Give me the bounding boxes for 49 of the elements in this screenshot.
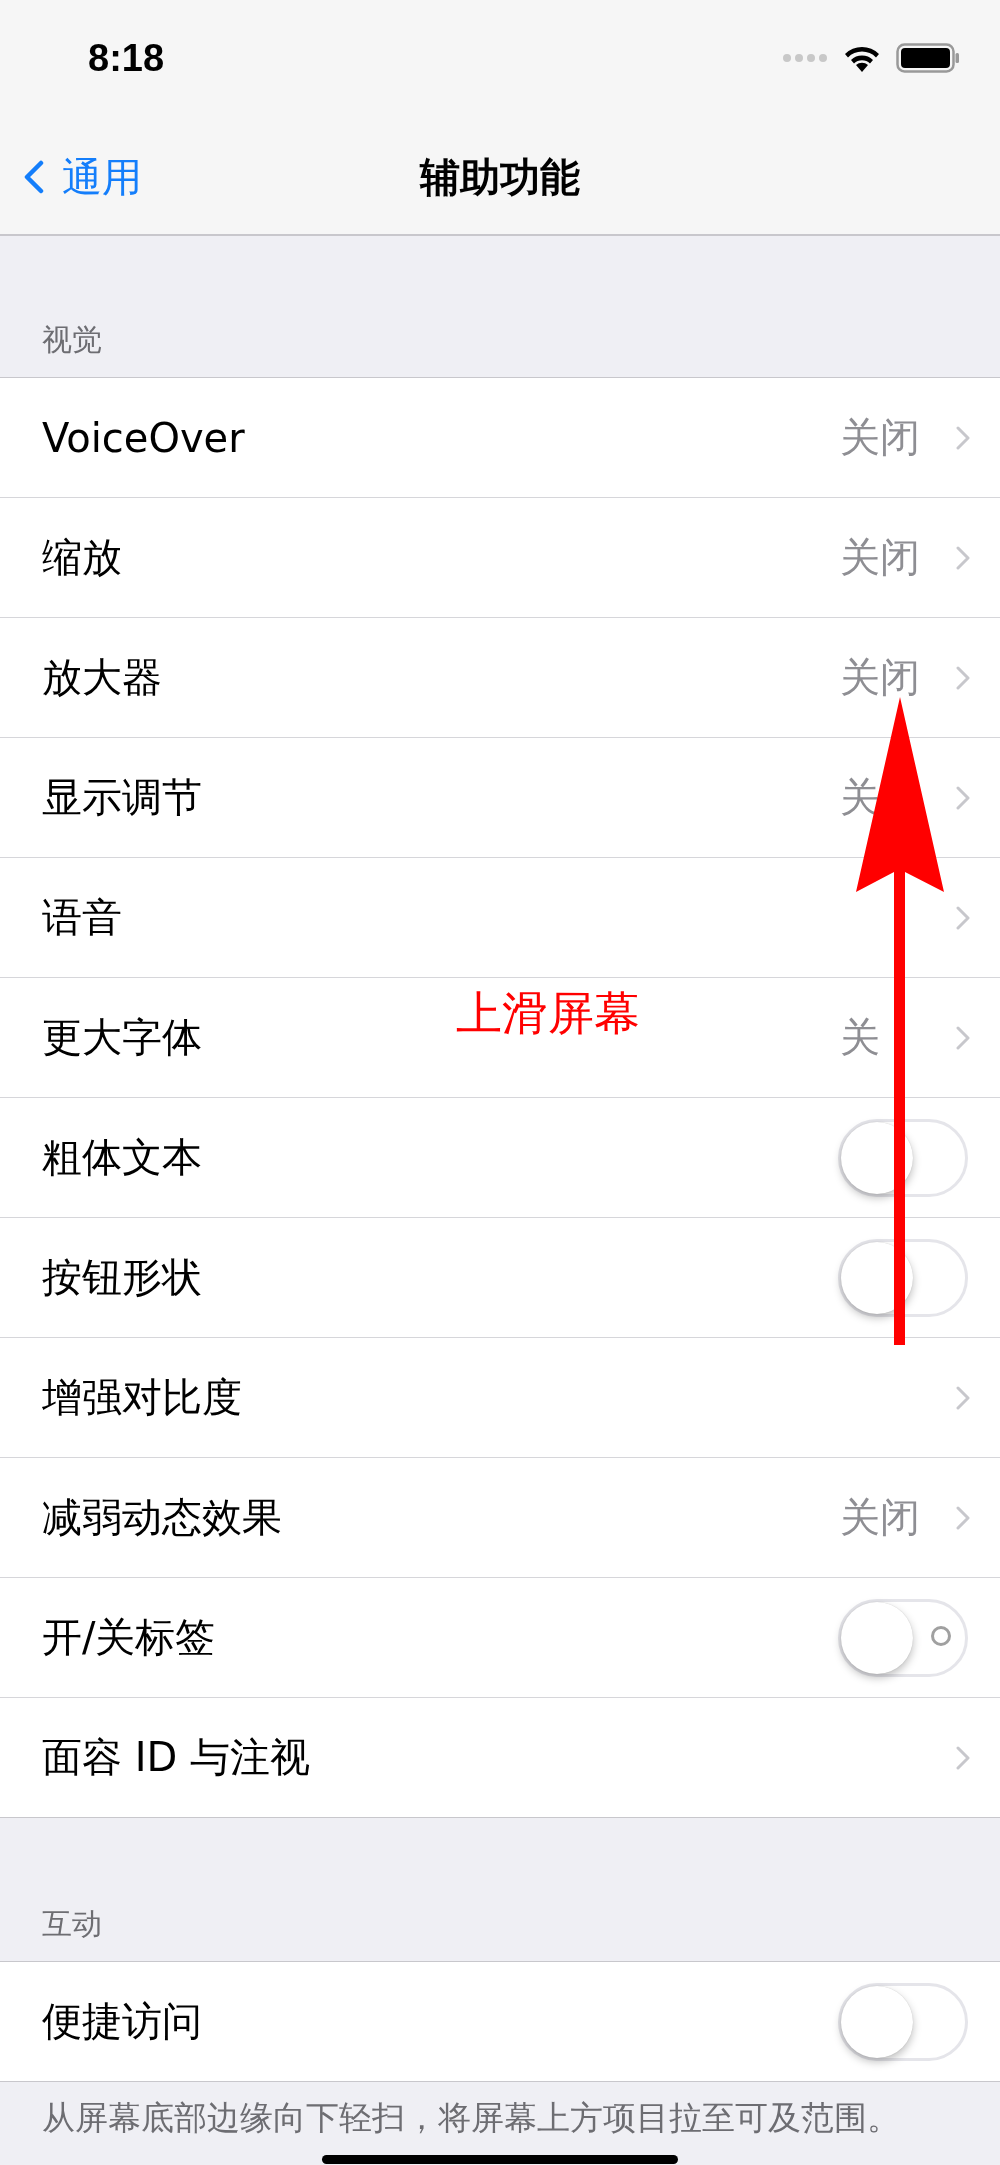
toggle-switch[interactable] xyxy=(838,1238,968,1317)
settings-row[interactable]: 增强对比度 xyxy=(0,1338,1000,1458)
row-label: 按钮形状 xyxy=(42,1253,202,1302)
toggle-switch[interactable] xyxy=(838,1118,968,1197)
toggle-switch[interactable] xyxy=(838,1982,968,2061)
settings-row[interactable]: 便捷访问 xyxy=(0,1962,1000,2081)
settings-row[interactable]: 面容 ID 与注视 xyxy=(0,1698,1000,1817)
row-value: 关闭 xyxy=(840,1493,921,1542)
chevron-icon xyxy=(956,665,970,690)
back-chevron-icon xyxy=(24,160,44,194)
row-value: 关 xyxy=(840,773,881,822)
row-value: 关闭 xyxy=(840,533,921,582)
chevron-icon xyxy=(956,1505,970,1530)
row-value: 关闭 xyxy=(840,413,921,462)
chevron-icon xyxy=(956,1025,970,1050)
chevron-icon xyxy=(956,785,970,810)
page-title: 辅助功能 xyxy=(420,152,580,202)
row-label: 缩放 xyxy=(42,533,122,582)
section-header: 互动 xyxy=(41,1905,103,1943)
chevron-icon xyxy=(956,425,970,450)
annotation-text: 上滑屏幕 xyxy=(456,985,640,1042)
row-label: 显示调节 xyxy=(42,773,202,822)
row-label: 放大器 xyxy=(42,653,162,702)
chevron-icon xyxy=(956,905,970,930)
row-label: 增强对比度 xyxy=(42,1373,242,1422)
row-label: 便捷访问 xyxy=(42,1997,202,2046)
chevron-icon xyxy=(956,1385,970,1410)
section-footer: 从屏幕底部边缘向下轻扫，将屏幕上方项目拉至可及范围。 xyxy=(0,2082,1000,2136)
row-label: 面容 ID 与注视 xyxy=(42,1733,311,1782)
settings-row[interactable]: 开/关标签 xyxy=(0,1578,1000,1698)
signal-icon xyxy=(782,52,828,64)
row-label: 开/关标签 xyxy=(42,1613,216,1662)
row-label: 更大字体 xyxy=(42,1013,202,1062)
chevron-icon xyxy=(956,1745,970,1770)
settings-row[interactable]: 减弱动态效果 关闭 xyxy=(0,1458,1000,1578)
back-button[interactable]: 通用 xyxy=(24,149,142,205)
row-label: VoiceOver xyxy=(42,414,245,461)
row-value: 关闭 xyxy=(840,653,921,702)
settings-row[interactable]: VoiceOver 关闭 xyxy=(0,378,1000,498)
chevron-icon xyxy=(956,545,970,570)
row-label: 减弱动态效果 xyxy=(42,1493,282,1542)
row-label: 粗体文本 xyxy=(42,1133,202,1182)
settings-row[interactable]: 缩放 关闭 xyxy=(0,498,1000,618)
section-header: 视觉 xyxy=(41,321,103,359)
battery-icon xyxy=(896,43,960,73)
toggle-switch[interactable] xyxy=(838,1598,968,1677)
row-value: 关 xyxy=(840,1013,881,1062)
row-label: 语音 xyxy=(42,893,122,942)
status-time: 8:18 xyxy=(88,36,165,80)
